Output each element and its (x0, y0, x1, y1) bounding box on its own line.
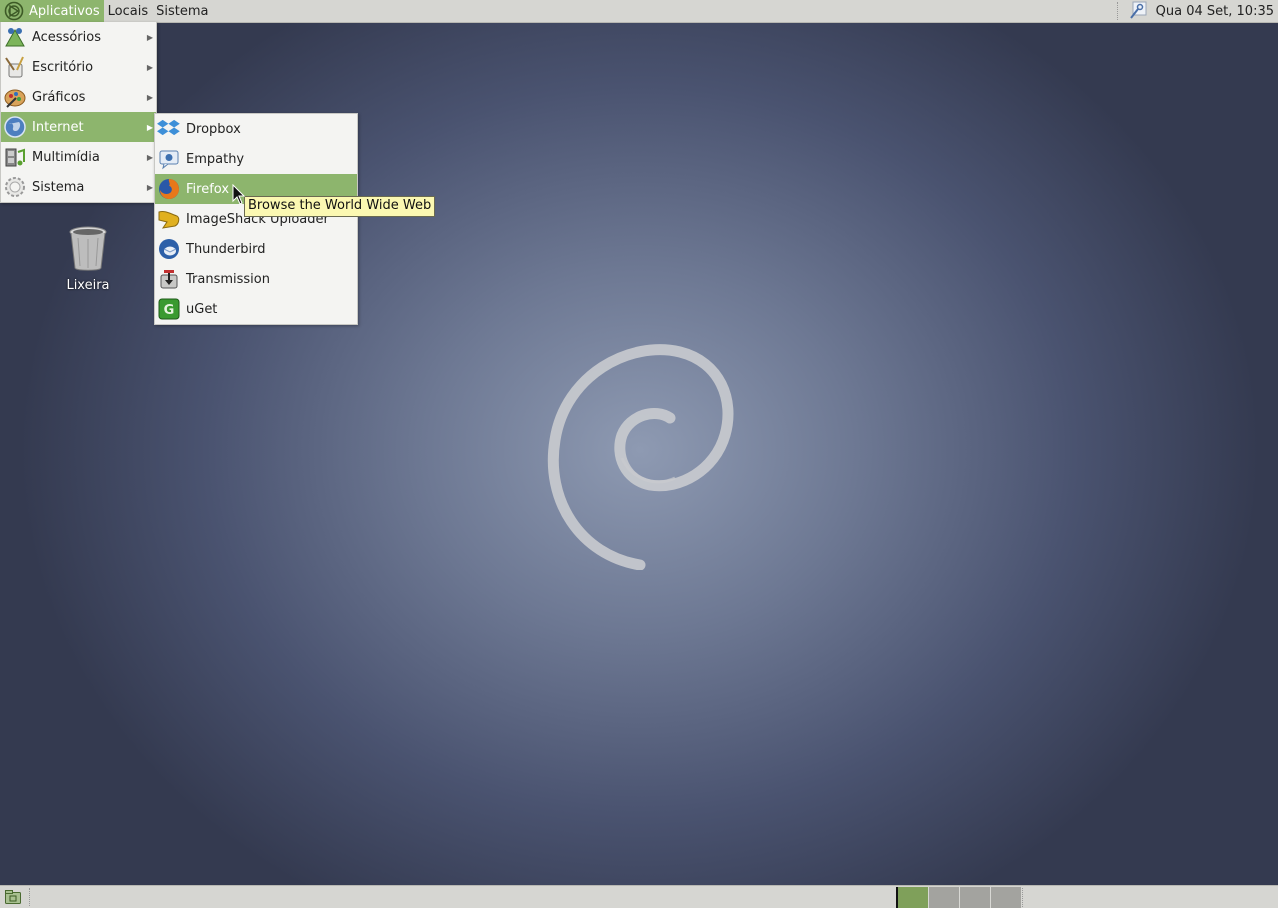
submenu-item-dropbox[interactable]: Dropbox (155, 114, 357, 144)
menu-item-graphics[interactable]: Gráficos ▶ (1, 82, 156, 112)
submenu-arrow-icon: ▶ (146, 92, 153, 102)
workspace-3[interactable] (960, 887, 991, 908)
top-panel: Aplicativos Locais Sistema Qua 04 Set, 1… (0, 0, 1278, 23)
clock[interactable]: Qua 04 Set, 10:35 (1148, 4, 1278, 19)
menu-item-office[interactable]: Escritório ▶ (1, 52, 156, 82)
places-menu-button[interactable]: Locais (104, 0, 152, 22)
menu-label: Aplicativos (29, 3, 100, 19)
internet-submenu: Dropbox Empathy Firefox ImageShack Uploa… (154, 113, 358, 325)
network-key-icon[interactable] (1128, 1, 1148, 21)
menu-item-label: Dropbox (186, 121, 241, 137)
panel-separator (1022, 888, 1025, 907)
applications-menu: Acessórios ▶ Escritório ▶ Gráficos ▶ Int… (0, 22, 157, 203)
menu-item-label: Empathy (186, 151, 245, 167)
trash-icon (69, 226, 107, 271)
empathy-icon (157, 147, 181, 171)
svg-text:G: G (164, 303, 175, 318)
firefox-icon (157, 177, 181, 201)
dropbox-icon (157, 117, 181, 141)
debian-logo-icon (4, 1, 24, 21)
mouse-cursor-icon (232, 184, 246, 205)
submenu-arrow-icon: ▶ (146, 32, 153, 42)
menu-item-label: Sistema (32, 179, 85, 195)
menu-item-label: Gráficos (32, 89, 86, 105)
menu-item-label: Internet (32, 119, 84, 135)
desktop-icon-label: Lixeira (66, 278, 110, 293)
submenu-arrow-icon: ▶ (146, 122, 153, 132)
menu-item-internet[interactable]: Internet ▶ (1, 112, 156, 142)
tooltip: Browse the World Wide Web (244, 196, 436, 217)
multimedia-icon (3, 145, 27, 169)
menu-item-accessories[interactable]: Acessórios ▶ (1, 22, 156, 52)
submenu-arrow-icon: ▶ (146, 182, 153, 192)
accessories-icon (3, 25, 27, 49)
menu-label: Locais (107, 3, 149, 19)
imageshack-icon (157, 207, 181, 231)
menu-item-label: Multimídia (32, 149, 100, 165)
workspace-1[interactable] (898, 887, 929, 908)
menu-item-label: Escritório (32, 59, 94, 75)
menu-item-multimedia[interactable]: Multimídia ▶ (1, 142, 156, 172)
menu-item-system[interactable]: Sistema ▶ (1, 172, 156, 202)
show-desktop-icon[interactable] (5, 890, 21, 904)
debian-swirl-wallpaper (547, 344, 734, 570)
submenu-item-transmission[interactable]: Transmission (155, 264, 357, 294)
workspace-switcher (896, 887, 1022, 908)
submenu-arrow-icon: ▶ (146, 62, 153, 72)
bottom-panel (0, 885, 1278, 908)
internet-globe-icon (3, 115, 27, 139)
submenu-item-thunderbird[interactable]: Thunderbird (155, 234, 357, 264)
desktop-icon-trash[interactable]: Lixeira (58, 226, 118, 293)
menu-item-label: Transmission (186, 271, 270, 287)
graphics-icon (3, 85, 27, 109)
panel-separator (29, 888, 32, 906)
submenu-item-empathy[interactable]: Empathy (155, 144, 357, 174)
panel-separator (1116, 2, 1120, 20)
menu-item-label: Thunderbird (186, 241, 266, 257)
menu-item-label: Firefox (186, 181, 230, 197)
menu-item-label: uGet (186, 301, 218, 317)
menu-label: Sistema (156, 3, 209, 19)
transmission-icon (157, 267, 181, 291)
menu-item-label: Acessórios (32, 29, 101, 45)
submenu-item-uget[interactable]: G uGet (155, 294, 357, 324)
office-icon (3, 55, 27, 79)
system-menu-button[interactable]: Sistema (152, 0, 212, 22)
submenu-arrow-icon: ▶ (146, 152, 153, 162)
workspace-4[interactable] (991, 887, 1022, 908)
applications-menu-button[interactable]: Aplicativos (0, 0, 104, 22)
uget-icon: G (157, 297, 181, 321)
workspace-2[interactable] (929, 887, 960, 908)
system-gear-icon (3, 175, 27, 199)
thunderbird-icon (157, 237, 181, 261)
